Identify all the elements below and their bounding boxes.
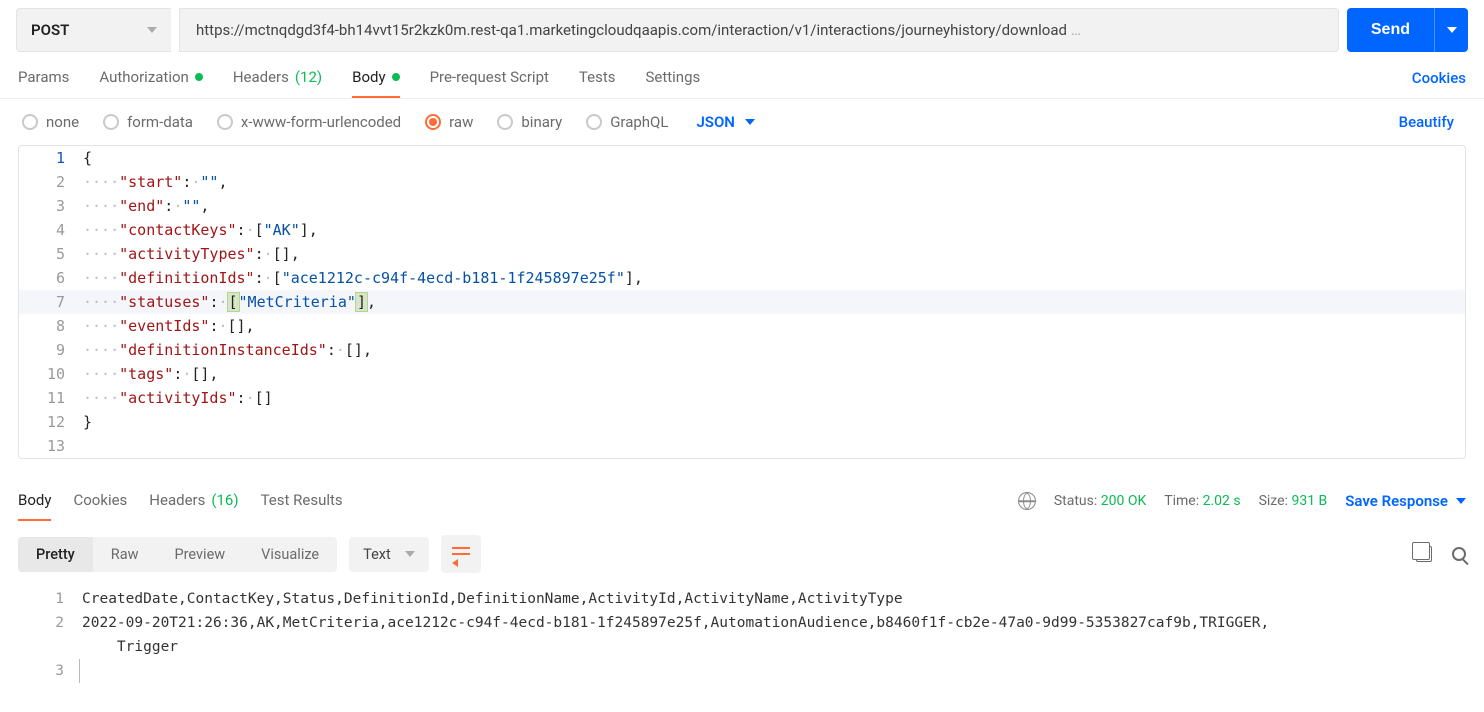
tab-body-label: Body: [352, 68, 385, 86]
response-tab-headers[interactable]: Headers (16): [149, 491, 238, 521]
globe-icon[interactable]: [1018, 492, 1036, 510]
view-raw-button[interactable]: Raw: [93, 537, 157, 572]
size-value: 931 B: [1291, 493, 1327, 509]
chevron-down-icon: [1447, 27, 1457, 33]
beautify-link[interactable]: Beautify: [1399, 113, 1462, 131]
radio-icon: [425, 114, 441, 130]
body-type-raw[interactable]: raw: [425, 113, 473, 131]
save-response-button[interactable]: Save Response: [1345, 492, 1466, 510]
response-time: Time: 2.02 s: [1164, 493, 1240, 509]
body-type-binary-label: binary: [521, 113, 562, 131]
response-tab-cookies[interactable]: Cookies: [73, 491, 127, 521]
send-dropdown-button[interactable]: [1434, 8, 1468, 52]
body-type-urlencoded-label: x-www-form-urlencoded: [241, 113, 401, 131]
tab-headers[interactable]: Headers (12): [233, 68, 322, 98]
response-tab-headers-count: (16): [211, 491, 238, 509]
response-view-segmented: Pretty Raw Preview Visualize: [18, 537, 337, 572]
tab-prerequest[interactable]: Pre-request Script: [430, 68, 549, 98]
tab-body[interactable]: Body: [352, 68, 399, 98]
raw-language-value: JSON: [696, 113, 734, 131]
radio-icon: [586, 114, 602, 130]
tab-params[interactable]: Params: [18, 68, 69, 98]
view-preview-button[interactable]: Preview: [157, 537, 244, 572]
response-format-select[interactable]: Text: [349, 537, 429, 572]
body-type-urlencoded[interactable]: x-www-form-urlencoded: [217, 113, 401, 131]
tab-authorization-label: Authorization: [99, 68, 188, 86]
http-method-value: POST: [31, 21, 69, 39]
body-type-binary[interactable]: binary: [497, 113, 562, 131]
response-body-viewer[interactable]: 1CreatedDate,ContactKey,Status,Definitio…: [18, 587, 1466, 683]
save-response-label: Save Response: [1345, 492, 1448, 510]
tab-tests[interactable]: Tests: [579, 68, 616, 98]
size-label: Size:: [1259, 493, 1288, 509]
response-line: 2022-09-20T21:26:36,AK,MetCriteria,ace12…: [82, 611, 1466, 635]
status-dot-icon: [392, 73, 400, 81]
request-url-value: https://mctnqdgd3f4-bh14vvt15r2kzk0m.res…: [196, 21, 1067, 39]
radio-icon: [103, 114, 119, 130]
body-type-raw-label: raw: [449, 113, 473, 131]
radio-icon: [22, 114, 38, 130]
status-dot-icon: [195, 73, 203, 81]
body-type-form-data-label: form-data: [127, 113, 193, 131]
chevron-down-icon: [1456, 498, 1466, 504]
chevron-down-icon: [405, 551, 415, 557]
wrap-icon: [452, 547, 470, 561]
response-size: Size: 931 B: [1259, 493, 1328, 509]
tab-settings[interactable]: Settings: [645, 68, 700, 98]
raw-language-select[interactable]: JSON: [696, 113, 754, 131]
body-type-form-data[interactable]: form-data: [103, 113, 193, 131]
response-tab-body[interactable]: Body: [18, 491, 51, 521]
time-value: 2.02 s: [1203, 493, 1241, 509]
response-status: Status: 200 OK: [1054, 493, 1146, 509]
cookies-link[interactable]: Cookies: [1412, 69, 1466, 97]
response-tab-headers-label: Headers: [149, 491, 205, 509]
status-value: 200 OK: [1101, 493, 1147, 509]
response-line: CreatedDate,ContactKey,Status,Definition…: [82, 587, 1466, 611]
time-label: Time:: [1164, 493, 1199, 509]
response-tab-test-results[interactable]: Test Results: [261, 491, 343, 521]
tab-authorization[interactable]: Authorization: [99, 68, 202, 98]
body-type-none-label: none: [46, 113, 79, 131]
send-button[interactable]: Send: [1347, 8, 1434, 52]
view-pretty-button[interactable]: Pretty: [18, 537, 93, 572]
chevron-down-icon: [147, 27, 157, 33]
url-ellipsis: …: [1071, 21, 1081, 39]
radio-icon: [497, 114, 513, 130]
chevron-down-icon: [745, 119, 755, 125]
request-body-editor[interactable]: 1{ 2····"start":·"", 3····"end":·"", 4··…: [18, 145, 1466, 459]
response-line: Trigger: [82, 635, 1466, 659]
request-url-input[interactable]: https://mctnqdgd3f4-bh14vvt15r2kzk0m.res…: [179, 8, 1339, 52]
view-visualize-button[interactable]: Visualize: [243, 537, 337, 572]
status-label: Status:: [1054, 493, 1097, 509]
tab-headers-count: (12): [295, 68, 322, 86]
search-icon[interactable]: [1452, 547, 1466, 561]
copy-icon[interactable]: [1416, 546, 1432, 562]
tab-headers-label: Headers: [233, 68, 289, 86]
http-method-select[interactable]: POST: [16, 8, 171, 52]
radio-icon: [217, 114, 233, 130]
body-type-graphql-label: GraphQL: [610, 113, 668, 131]
wrap-lines-button[interactable]: [441, 535, 481, 573]
response-line: [79, 659, 1466, 683]
body-type-none[interactable]: none: [22, 113, 79, 131]
response-format-value: Text: [363, 546, 391, 563]
body-type-graphql[interactable]: GraphQL: [586, 113, 668, 131]
